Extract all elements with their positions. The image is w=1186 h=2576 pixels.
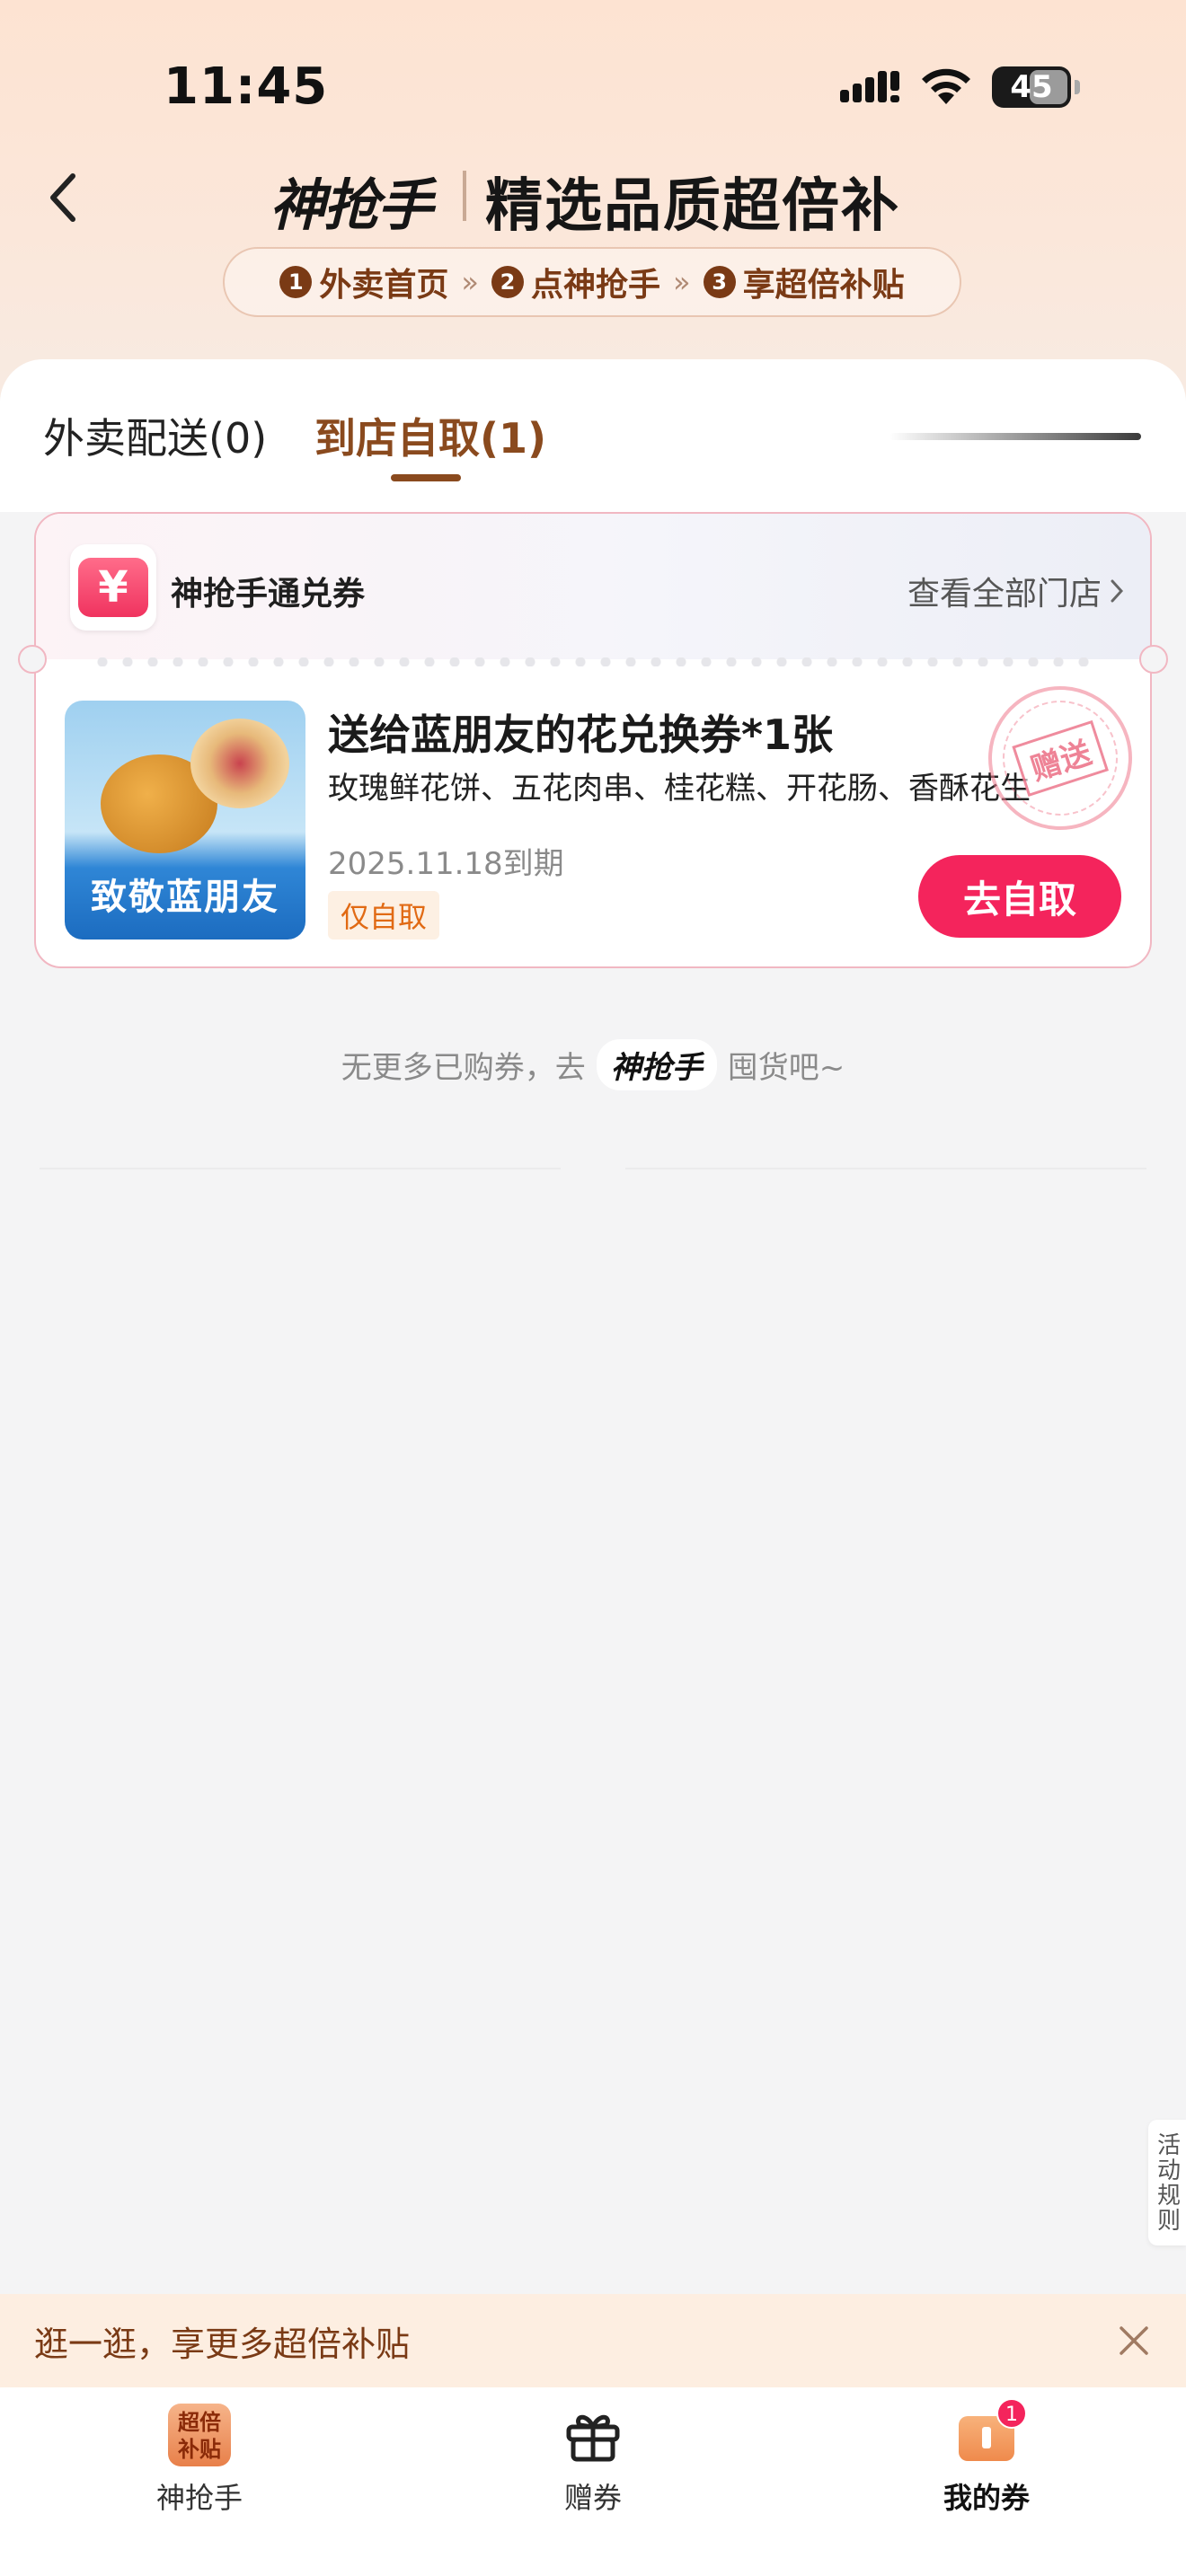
chevron-right-icon [1111,579,1123,603]
step-separator: » [673,265,691,299]
tabs-bottom-fill [0,503,1186,512]
voucher-type-label: 神抢手通兑券 [171,576,366,613]
nav-label: 赠券 [563,2481,622,2515]
step-separator: » [461,265,479,299]
page-title: 精选品质超倍补 [485,173,900,240]
nav-label: 神抢手 [155,2481,243,2515]
shenqiangshou-link[interactable]: 神抢手 [596,1038,717,1090]
step-label: 外卖首页 [319,267,449,304]
pickup-only-tag: 仅自取 [328,891,440,940]
no-more-suffix: 囤货吧~ [727,1049,845,1086]
title-divider [463,171,466,221]
cellular-signal-icon [840,71,899,102]
tab-active-indicator [391,474,461,481]
promo-close-button[interactable] [1111,2317,1157,2364]
notification-badge: 1 [996,2398,1027,2429]
status-bar: 11:45 45 [0,0,1186,171]
promo-banner[interactable]: 逛一逛，享更多超倍补贴 [0,2294,1186,2387]
step-label: 享超倍补贴 [742,267,905,304]
nav-label: 我的券 [943,2481,1030,2515]
expiry-date: 2025.11.18到期 [328,846,564,882]
product-items: 玫瑰鲜花饼、五花肉串、桂花糕、开花肠、香酥花生 [328,771,1031,807]
step-number: 2 [491,266,524,298]
voucher-type-icon: ¥ [70,544,156,631]
step-2: 2 点神抢手 [491,259,660,305]
nav-item-gift-voucher[interactable]: 赠券 [494,2400,692,2517]
back-button[interactable] [36,162,90,234]
nav-item-shenqiangshou[interactable]: 超倍补贴 神抢手 [101,2400,298,2517]
divider-left [40,1168,561,1169]
go-pickup-button[interactable]: 去自取 [918,855,1121,938]
step-number: 3 [703,266,736,298]
battery-icon: 45 [992,66,1080,108]
steps-guide: 1 外卖首页 » 2 点神抢手 » 3 享超倍补贴 [223,247,961,317]
chevron-left-icon [50,173,75,222]
view-all-stores-label: 查看全部门店 [907,576,1102,613]
no-more-prefix: 无更多已购券，去 [341,1049,586,1086]
ticket-icon: 1 [955,2398,1027,2466]
step-label: 点神抢手 [530,267,660,304]
voucher-card[interactable]: ¥ 神抢手通兑券 查看全部门店 致敬蓝朋友 送给蓝朋友的花兑换券*1张 玫瑰鲜花… [34,512,1152,968]
step-number: 1 [279,266,313,298]
status-time: 11:45 [164,57,329,116]
activity-rules-button[interactable]: 活动规则 [1148,2120,1186,2245]
tab-delivery[interactable]: 外卖配送(0) [43,406,267,465]
step-1: 1 外卖首页 [279,259,448,305]
product-image-banner: 致敬蓝朋友 [91,877,279,918]
bottom-nav: 超倍补贴 神抢手 赠券 1 我的券 [0,2387,1186,2576]
subsidy-tile-icon: 超倍补贴 [168,2404,231,2466]
card-notch-right [1139,645,1168,674]
gift-icon [566,2414,620,2462]
nav-item-my-vouchers[interactable]: 1 我的券 [888,2398,1085,2517]
step-3: 3 享超倍补贴 [703,259,905,305]
tab-pickup[interactable]: 到店自取(1) [314,406,546,465]
view-all-stores-link[interactable]: 查看全部门店 [907,568,1123,614]
divider-right [625,1168,1146,1169]
promo-text: 逛一逛，享更多超倍补贴 [34,2324,411,2364]
wifi-icon [922,68,970,104]
product-image: 致敬蓝朋友 [65,701,305,940]
close-icon [1120,2326,1148,2355]
card-notch-left [18,645,47,674]
gift-stamp-icon: 赠送 [969,667,1150,849]
flower-cake-image [190,719,289,808]
product-name: 送给蓝朋友的花兑换券*1张 [328,710,834,759]
brand-logo: 神抢手 [270,172,433,238]
perforation-divider [90,657,1096,666]
yen-icon: ¥ [78,558,148,617]
no-more-vouchers-note: 无更多已购券，去 神抢手 囤货吧~ [0,1033,1186,1096]
tab-scroll-hint [890,433,1141,440]
battery-level: 45 [1010,69,1053,105]
